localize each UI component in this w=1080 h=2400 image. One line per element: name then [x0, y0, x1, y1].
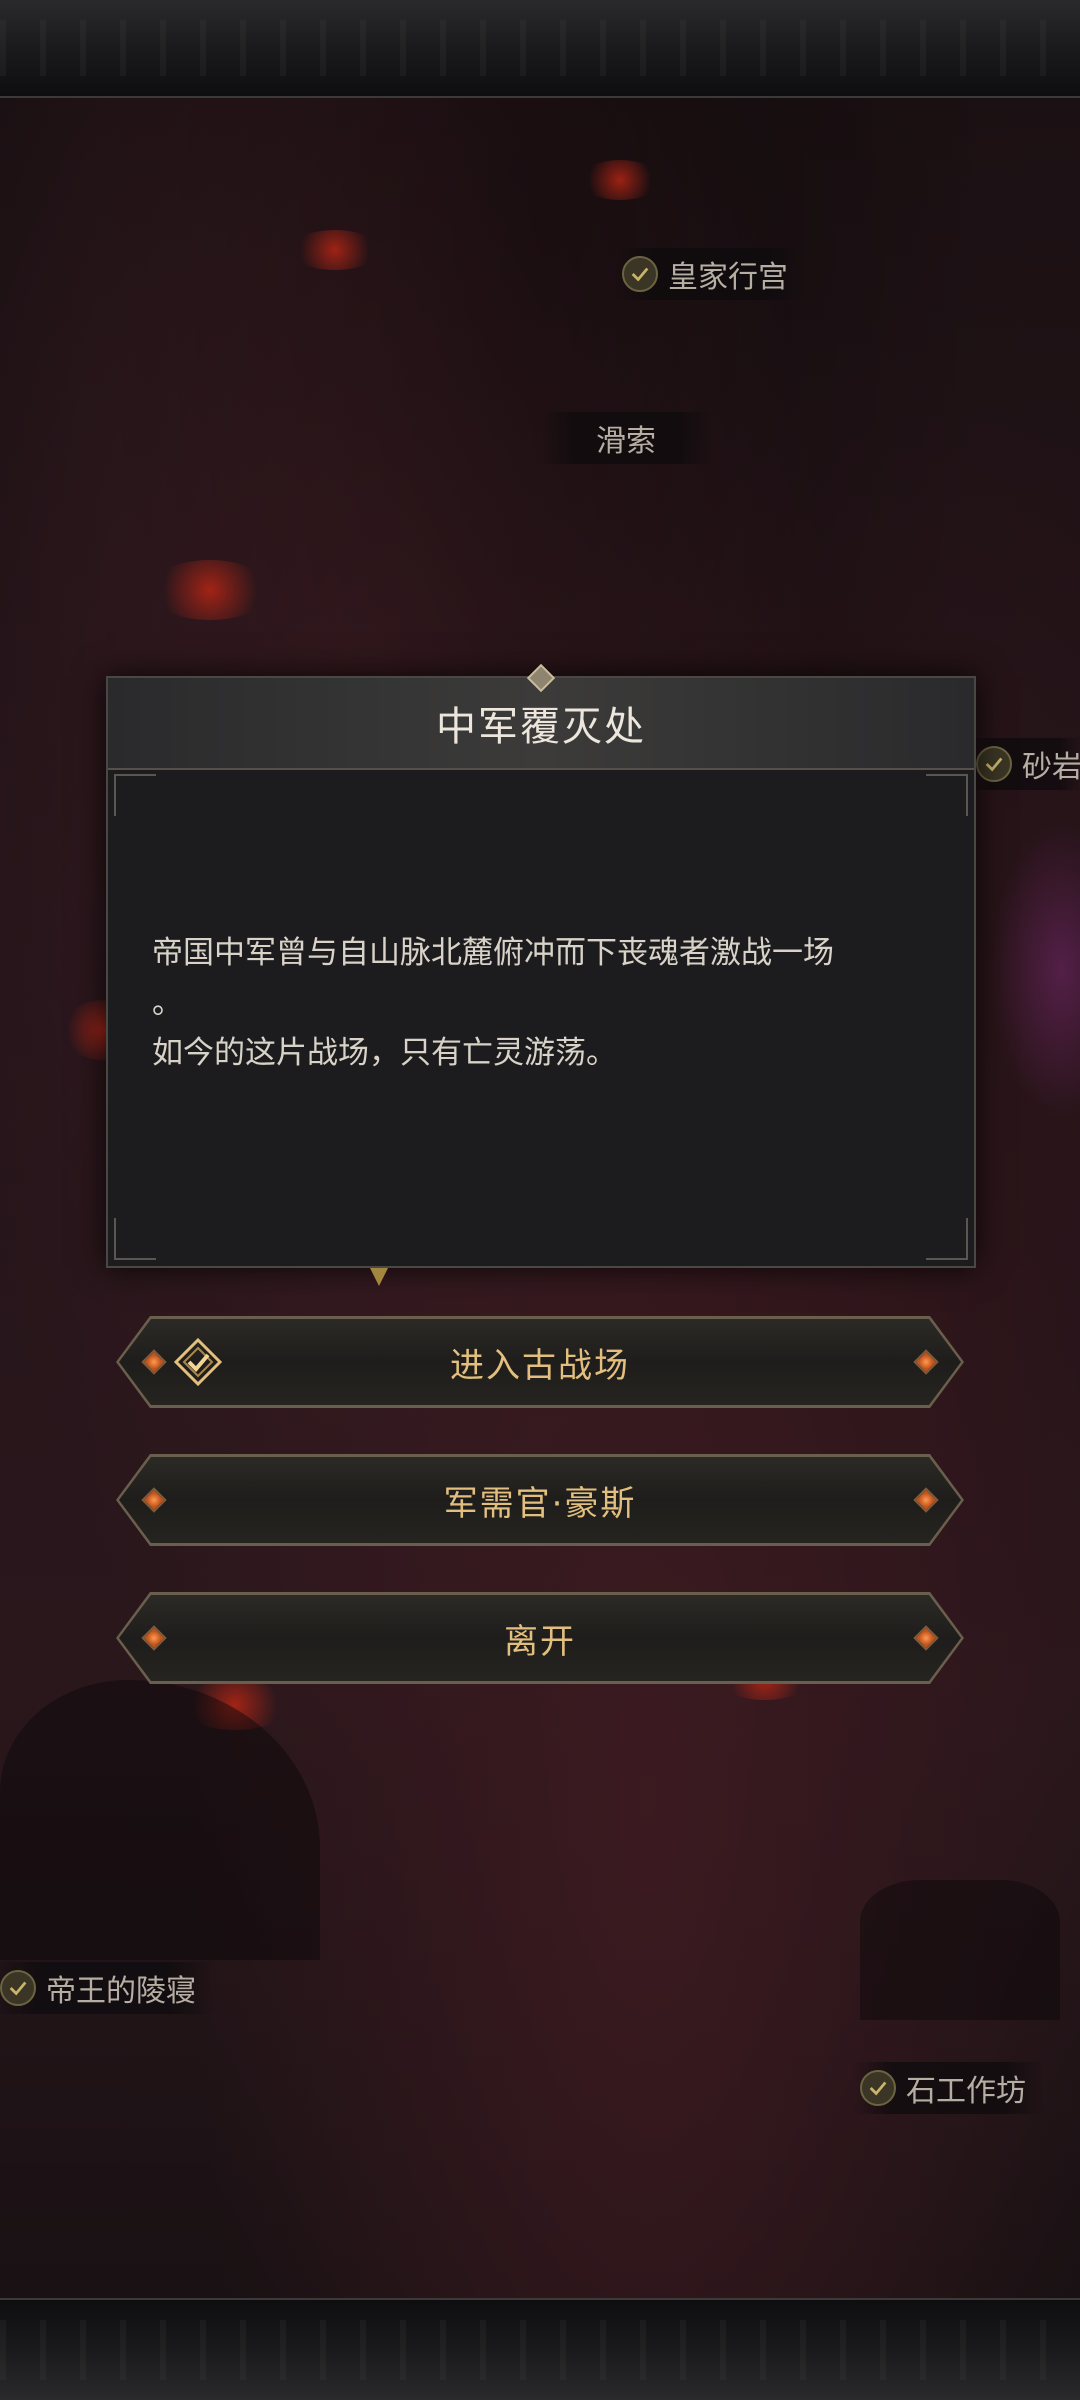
gem-ornament-icon — [913, 1349, 938, 1374]
bottom-frame — [0, 2298, 1080, 2400]
gem-ornament-icon — [141, 1487, 166, 1512]
map-location-label: 砂岩 — [1022, 750, 1080, 785]
gem-ornament-icon — [141, 1625, 166, 1650]
action-label: 离开 — [504, 1621, 576, 1662]
map-location-emperor-tomb[interactable]: 帝王的陵寝 — [0, 1962, 214, 2014]
corner-ornament — [114, 1218, 156, 1260]
top-frame — [0, 0, 1080, 98]
map-location-zipline[interactable]: 滑索 — [540, 412, 712, 464]
leave-button[interactable]: 离开 — [116, 1592, 964, 1684]
enter-checkmark-icon — [173, 1337, 223, 1387]
visited-check-icon — [0, 1970, 36, 2006]
ember-glow — [580, 160, 660, 200]
map-location-label: 滑索 — [596, 424, 656, 459]
map-location-sand-rock[interactable]: 砂岩 — [968, 738, 1080, 790]
enter-battlefield-button[interactable]: 进入古战场 — [116, 1316, 964, 1408]
map-location-stone-workshop[interactable]: 石工作坊 — [852, 2062, 1044, 2114]
visited-check-icon — [860, 2070, 896, 2106]
workshop-silhouette — [860, 1880, 1060, 2020]
action-label: 军需官·豪斯 — [443, 1483, 637, 1524]
map-pointer-icon — [370, 1268, 388, 1286]
description-line: 。 — [152, 985, 183, 1021]
map-location-label: 帝王的陵寝 — [46, 1974, 196, 2009]
ember-glow — [290, 230, 380, 270]
gem-ornament-icon — [913, 1487, 938, 1512]
map-location-label: 皇家行宫 — [668, 260, 788, 295]
description-line: 帝国中军曾与自山脉北麓俯冲而下丧魂者激战一场 — [152, 935, 834, 971]
map-location-royal-palace[interactable]: 皇家行宫 — [614, 248, 806, 300]
dialog-description: 帝国中军曾与自山脉北麓俯冲而下丧魂者激战一场 。 如今的这片战场，只有亡灵游荡。 — [152, 928, 930, 1078]
description-line: 如今的这片战场，只有亡灵游荡。 — [152, 1035, 617, 1071]
corner-ornament — [926, 1218, 968, 1260]
creature-silhouette — [990, 820, 1080, 1120]
gem-ornament-icon — [913, 1625, 938, 1650]
map-location-label: 石工作坊 — [906, 2074, 1026, 2109]
dialog-title-bar: 中军覆灭处 — [108, 663, 974, 770]
corner-ornament — [114, 774, 156, 816]
visited-check-icon — [622, 256, 658, 292]
gem-ornament-icon — [141, 1349, 166, 1374]
action-label: 进入古战场 — [450, 1345, 630, 1386]
ember-glow — [150, 560, 270, 620]
game-screen: 皇家行宫 滑索 砂岩 帝王的陵寝 石工作坊 中军覆灭处 帝国中军曾与自山脉北麓俯… — [0, 0, 1080, 2400]
quartermaster-button[interactable]: 军需官·豪斯 — [116, 1454, 964, 1546]
dialog-title: 中军覆灭处 — [436, 704, 646, 750]
corner-ornament — [926, 774, 968, 816]
location-dialog: 中军覆灭处 帝国中军曾与自山脉北麓俯冲而下丧魂者激战一场 。 如今的这片战场，只… — [106, 663, 976, 1268]
visited-check-icon — [976, 746, 1012, 782]
